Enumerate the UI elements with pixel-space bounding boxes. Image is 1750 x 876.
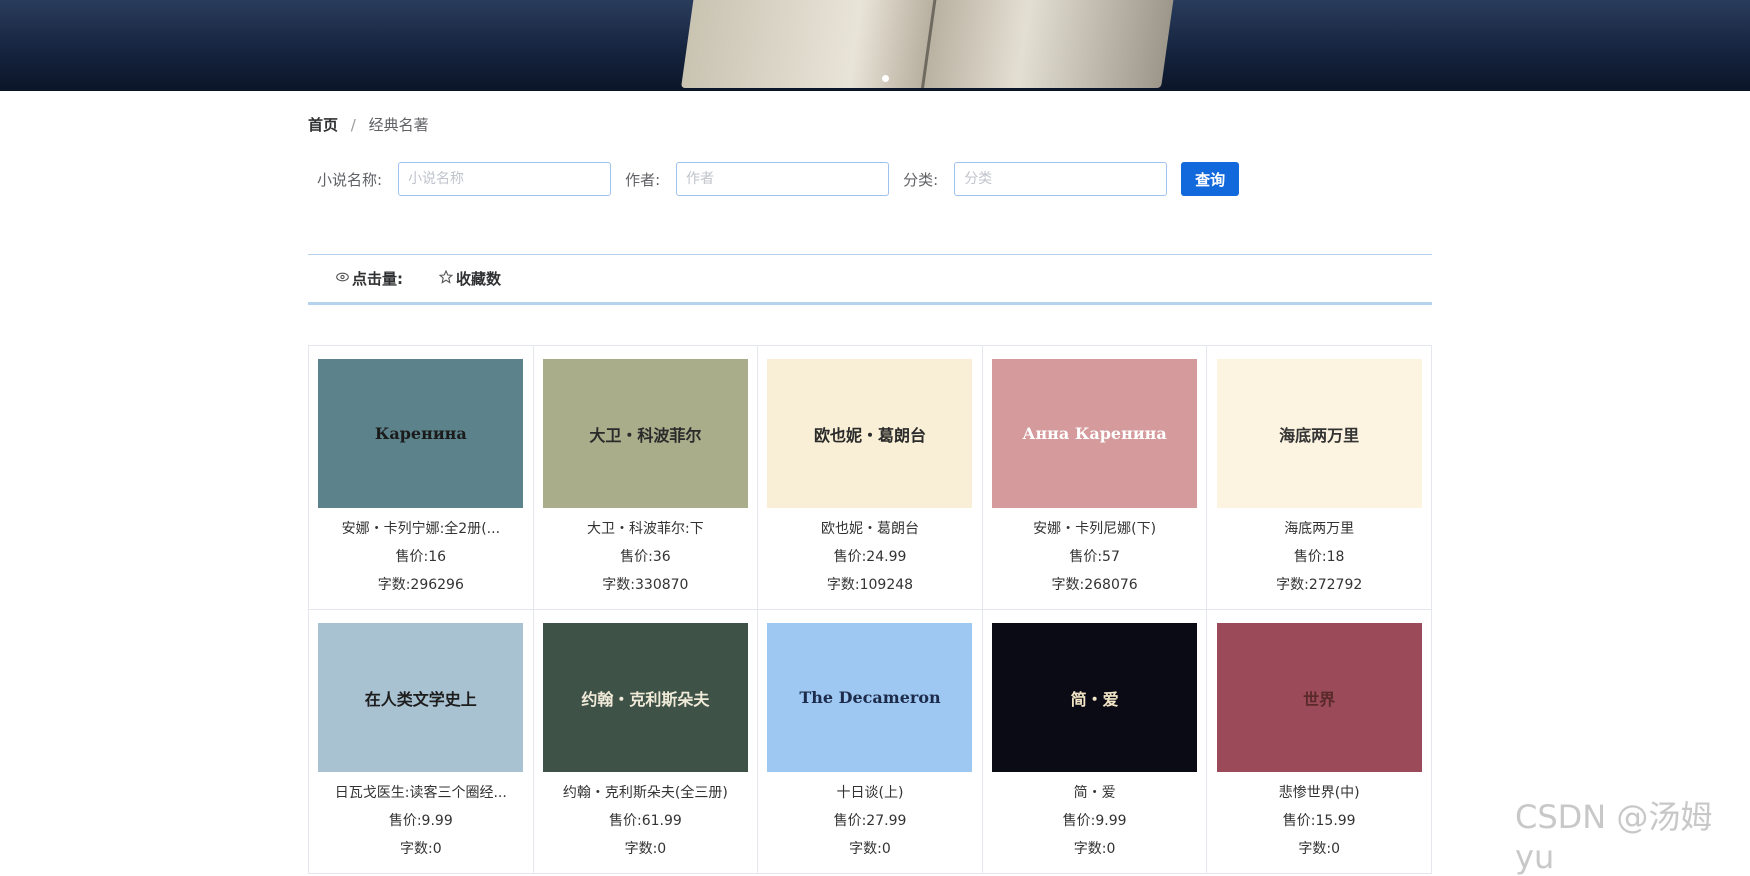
- book-price: 售价:36: [620, 549, 671, 565]
- sort-bar: 点击量: 收藏数: [308, 254, 1432, 305]
- category-label: 分类:: [903, 170, 939, 189]
- star-icon: [438, 269, 454, 288]
- banner-carousel[interactable]: [0, 0, 1750, 91]
- book-word-count: 字数:330870: [602, 577, 689, 593]
- sort-by-clicks[interactable]: 点击量:: [336, 268, 403, 289]
- book-title[interactable]: 悲惨世界(中): [1216, 783, 1422, 803]
- book-word-count: 字数:109248: [826, 577, 914, 593]
- book-grid: Каренина 安娜・卡列宁娜:全2册(... 售价:16 字数:296296…: [308, 345, 1432, 874]
- book-cover-title: 在人类文学史上: [364, 689, 477, 709]
- book-cover-title: 简・爱: [1070, 689, 1119, 709]
- sort-favorites-label: 收藏数: [456, 270, 502, 288]
- book-cover-image[interactable]: Анна Каренина: [992, 359, 1198, 508]
- book-title[interactable]: 大卫・科波菲尔:下: [543, 519, 749, 539]
- book-title[interactable]: 海底两万里: [1216, 519, 1422, 539]
- banner-image: [681, 0, 1179, 88]
- book-cover-title: The Decameron: [799, 688, 941, 707]
- book-title[interactable]: 日瓦戈医生:读客三个圈经...: [318, 783, 524, 803]
- book-title[interactable]: 安娜・卡列尼娜(下): [992, 519, 1198, 539]
- book-title[interactable]: 十日谈(上): [767, 783, 973, 803]
- breadcrumb-home[interactable]: 首页: [308, 116, 338, 134]
- book-cover-title: Каренина: [374, 424, 467, 443]
- book-card[interactable]: Анна Каренина 安娜・卡列尼娜(下) 售价:57 字数:268076: [982, 346, 1208, 610]
- author-label: 作者:: [625, 170, 661, 189]
- book-word-count: 字数:0: [1298, 841, 1340, 857]
- book-word-count: 字数:268076: [1051, 577, 1138, 593]
- novel-name-label: 小说名称:: [317, 170, 383, 189]
- book-price: 售价:57: [1069, 549, 1120, 565]
- category-input[interactable]: [954, 162, 1168, 196]
- book-card[interactable]: 大卫・科波菲尔 大卫・科波菲尔:下 售价:36 字数:330870: [533, 346, 759, 610]
- book-title[interactable]: 安娜・卡列宁娜:全2册(...: [318, 519, 524, 539]
- eye-icon: [336, 271, 349, 286]
- author-input[interactable]: [676, 162, 890, 196]
- book-card[interactable]: Каренина 安娜・卡列宁娜:全2册(... 售价:16 字数:296296: [309, 346, 534, 610]
- book-price: 售价:18: [1293, 549, 1345, 565]
- breadcrumb-separator: /: [350, 116, 356, 134]
- book-title[interactable]: 欧也妮・葛朗台: [767, 519, 973, 539]
- book-word-count: 字数:0: [1073, 841, 1116, 857]
- book-cover-title: 大卫・科波菲尔: [589, 425, 702, 445]
- book-card[interactable]: The Decameron 十日谈(上) 售价:27.99 字数:0: [758, 610, 983, 874]
- search-form: 小说名称: 作者: 分类: 查询: [317, 162, 1240, 196]
- book-cover-title: 欧也妮・葛朗台: [813, 425, 926, 445]
- book-word-count: 字数:0: [849, 841, 891, 857]
- book-cover-title: 约翰・克利斯朵夫: [581, 689, 710, 709]
- book-cover-image[interactable]: 在人类文学史上: [318, 623, 524, 772]
- book-card[interactable]: 世界 悲惨世界(中) 售价:15.99 字数:0: [1207, 610, 1432, 874]
- novel-name-input[interactable]: [398, 162, 612, 196]
- book-card[interactable]: 海底两万里 海底两万里 售价:18 字数:272792: [1207, 346, 1432, 610]
- sort-by-favorites[interactable]: 收藏数: [438, 268, 502, 289]
- book-card[interactable]: 在人类文学史上 日瓦戈医生:读客三个圈经... 售价:9.99 字数:0: [309, 610, 534, 874]
- book-word-count: 字数:272792: [1276, 577, 1363, 593]
- book-price: 售价:9.99: [1062, 813, 1127, 829]
- book-price: 售价:61.99: [608, 813, 682, 829]
- book-cover-image[interactable]: Каренина: [318, 359, 524, 508]
- book-price: 售价:16: [395, 549, 447, 565]
- book-title[interactable]: 简・爱: [992, 783, 1198, 803]
- breadcrumb-current: 经典名著: [368, 116, 429, 134]
- book-price: 售价:15.99: [1282, 813, 1356, 829]
- query-button[interactable]: 查询: [1181, 162, 1240, 196]
- book-price: 售价:9.99: [388, 813, 453, 829]
- book-card[interactable]: 约翰・克利斯朵夫 约翰・克利斯朵夫(全三册) 售价:61.99 字数:0: [533, 610, 759, 874]
- book-word-count: 字数:0: [399, 841, 442, 857]
- book-price: 售价:24.99: [833, 549, 907, 565]
- book-cover-image[interactable]: 大卫・科波菲尔: [542, 359, 748, 508]
- csdn-watermark: CSDN @汤姆yu: [1515, 798, 1713, 876]
- book-title[interactable]: 约翰・克利斯朵夫(全三册): [543, 783, 749, 803]
- book-word-count: 字数:0: [624, 841, 667, 857]
- book-cover-image[interactable]: 欧也妮・葛朗台: [767, 359, 973, 508]
- book-cover-image[interactable]: 简・爱: [992, 623, 1198, 772]
- book-card[interactable]: 简・爱 简・爱 售价:9.99 字数:0: [982, 610, 1208, 874]
- book-cover-title: 海底两万里: [1279, 425, 1360, 445]
- book-word-count: 字数:296296: [377, 577, 464, 593]
- book-price: 售价:27.99: [833, 813, 907, 829]
- book-cover-image[interactable]: 约翰・克利斯朵夫: [542, 623, 748, 772]
- book-cover-image[interactable]: The Decameron: [767, 623, 973, 772]
- book-cover-image[interactable]: 世界: [1216, 623, 1422, 772]
- sort-clicks-label: 点击量:: [352, 270, 403, 288]
- book-cover-title: Анна Каренина: [1022, 424, 1167, 443]
- book-cover-image[interactable]: 海底两万里: [1216, 359, 1422, 508]
- book-card[interactable]: 欧也妮・葛朗台 欧也妮・葛朗台 售价:24.99 字数:109248: [758, 346, 983, 610]
- breadcrumb: 首页 / 经典名著: [308, 114, 429, 135]
- carousel-indicator-dot[interactable]: [882, 75, 889, 82]
- book-cover-title: 世界: [1303, 689, 1336, 709]
